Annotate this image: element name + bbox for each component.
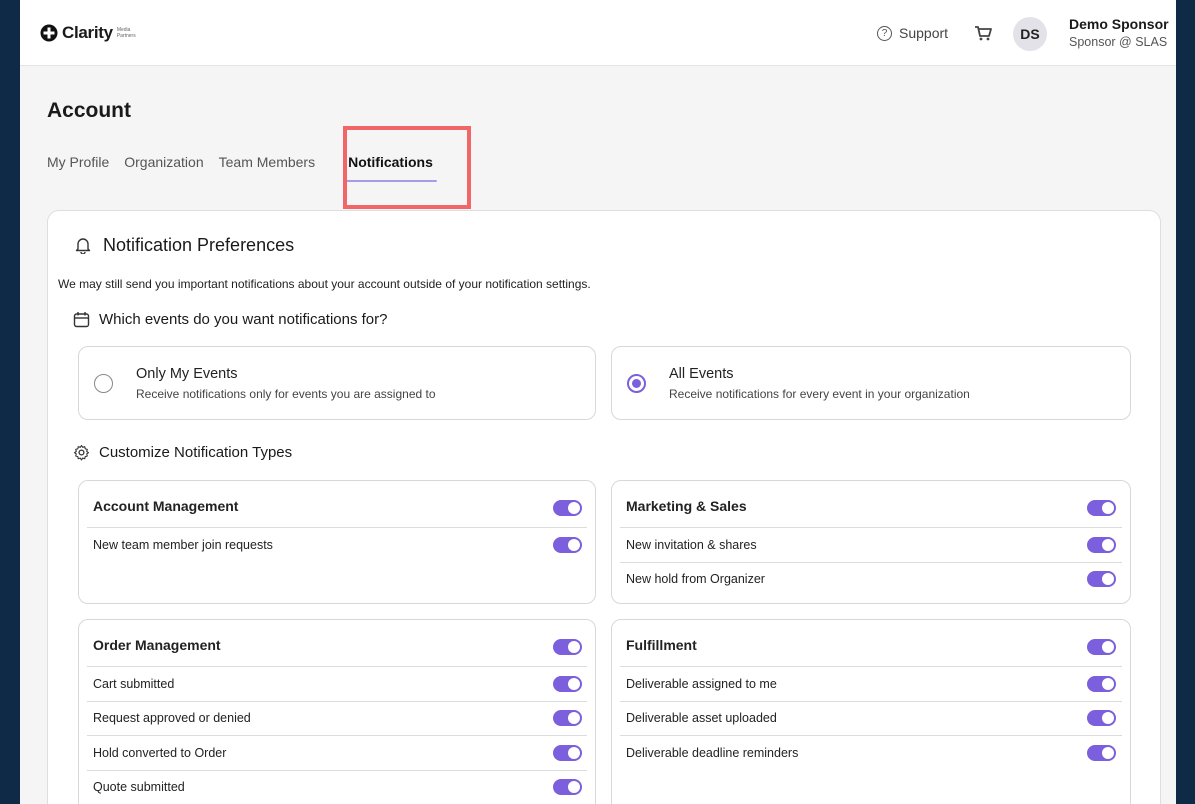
- radio-only-my-events[interactable]: [94, 374, 113, 393]
- option-title: All Events: [669, 366, 734, 382]
- toggle-hold-converted-to-order[interactable]: [553, 745, 582, 761]
- toggle-account-management[interactable]: [553, 500, 582, 516]
- row-label: Quote submitted: [93, 780, 185, 794]
- tab-organization[interactable]: Organization: [124, 154, 203, 170]
- top-bar: Clarity Media Partners ? Support DS Demo…: [20, 0, 1176, 66]
- option-subtitle: Receive notifications only for events yo…: [136, 387, 436, 401]
- tab-highlight-box: [343, 126, 471, 209]
- group-account-management: Account Management New team member join …: [78, 480, 596, 604]
- group-title: Account Management: [93, 498, 239, 514]
- support-link[interactable]: ? Support: [877, 25, 948, 41]
- divider: [87, 735, 587, 736]
- user-name: Demo Sponsor: [1069, 16, 1169, 32]
- option-all-events[interactable]: All Events Receive notifications for eve…: [611, 346, 1131, 420]
- events-question: Which events do you want notifications f…: [73, 311, 388, 328]
- divider: [620, 562, 1122, 563]
- tab-team-members[interactable]: Team Members: [219, 154, 315, 170]
- logo-text: Clarity: [62, 23, 113, 42]
- row-label: Deliverable asset uploaded: [626, 711, 777, 725]
- preferences-heading: Notification Preferences: [75, 235, 294, 256]
- toggle-fulfillment[interactable]: [1087, 639, 1116, 655]
- divider: [87, 527, 587, 528]
- toggle-request-approved-or-denied[interactable]: [553, 710, 582, 726]
- option-subtitle: Receive notifications for every event in…: [669, 387, 970, 401]
- support-label: Support: [899, 25, 949, 41]
- divider: [87, 666, 587, 667]
- logo-subtext: Media Partners: [116, 27, 136, 39]
- page-title: Account: [47, 99, 131, 122]
- preferences-description: We may still send you important notifica…: [58, 277, 591, 291]
- toggle-new-team-member-join-requests[interactable]: [553, 537, 582, 553]
- divider: [87, 701, 587, 702]
- bell-icon: [75, 238, 91, 254]
- help-circle-icon: ?: [877, 25, 892, 41]
- row-label: New invitation & shares: [626, 538, 757, 552]
- group-order-management: Order Management Cart submitted Request …: [78, 619, 596, 804]
- cart-icon[interactable]: [974, 25, 992, 41]
- logo[interactable]: Clarity Media Partners: [40, 23, 139, 43]
- row-label: Request approved or denied: [93, 711, 251, 725]
- row-label: New team member join requests: [93, 538, 273, 552]
- gear-icon: [73, 444, 90, 461]
- toggle-deliverable-assigned-to-me[interactable]: [1087, 676, 1116, 692]
- row-label: Cart submitted: [93, 677, 175, 691]
- toggle-new-hold-from-organizer[interactable]: [1087, 571, 1116, 587]
- events-question-text: Which events do you want notifications f…: [99, 311, 388, 328]
- toggle-deliverable-deadline-reminders[interactable]: [1087, 745, 1116, 761]
- group-title: Marketing & Sales: [626, 498, 747, 514]
- customize-title: Customize Notification Types: [99, 444, 293, 461]
- row-label: New hold from Organizer: [626, 572, 765, 586]
- radio-all-events[interactable]: [627, 374, 646, 393]
- app-window: Clarity Media Partners ? Support DS Demo…: [20, 0, 1176, 804]
- tab-my-profile[interactable]: My Profile: [47, 154, 109, 170]
- divider: [620, 735, 1122, 736]
- group-fulfillment: Fulfillment Deliverable assigned to me D…: [611, 619, 1131, 804]
- clarity-logo-icon: [40, 24, 58, 42]
- row-label: Deliverable assigned to me: [626, 677, 777, 691]
- group-title: Order Management: [93, 637, 221, 653]
- toggle-deliverable-asset-uploaded[interactable]: [1087, 710, 1116, 726]
- toggle-quote-submitted[interactable]: [553, 779, 582, 795]
- divider: [87, 770, 587, 771]
- customize-heading: Customize Notification Types: [73, 444, 292, 461]
- group-title: Fulfillment: [626, 637, 697, 653]
- calendar-icon: [73, 312, 90, 328]
- row-label: Deliverable deadline reminders: [626, 746, 799, 760]
- toggle-cart-submitted[interactable]: [553, 676, 582, 692]
- toggle-marketing-sales[interactable]: [1087, 500, 1116, 516]
- toggle-new-invitation-shares[interactable]: [1087, 537, 1116, 553]
- option-title: Only My Events: [136, 366, 238, 382]
- toggle-order-management[interactable]: [553, 639, 582, 655]
- divider: [620, 666, 1122, 667]
- option-only-my-events[interactable]: Only My Events Receive notifications onl…: [78, 346, 596, 420]
- divider: [620, 701, 1122, 702]
- group-marketing-sales: Marketing & Sales New invitation & share…: [611, 480, 1131, 604]
- preferences-title: Notification Preferences: [103, 235, 295, 255]
- user-role: Sponsor @ SLAS: [1069, 35, 1168, 49]
- row-label: Hold converted to Order: [93, 746, 227, 760]
- divider: [620, 527, 1122, 528]
- notification-preferences-card: Notification Preferences We may still se…: [47, 210, 1161, 804]
- avatar[interactable]: DS: [1013, 17, 1047, 51]
